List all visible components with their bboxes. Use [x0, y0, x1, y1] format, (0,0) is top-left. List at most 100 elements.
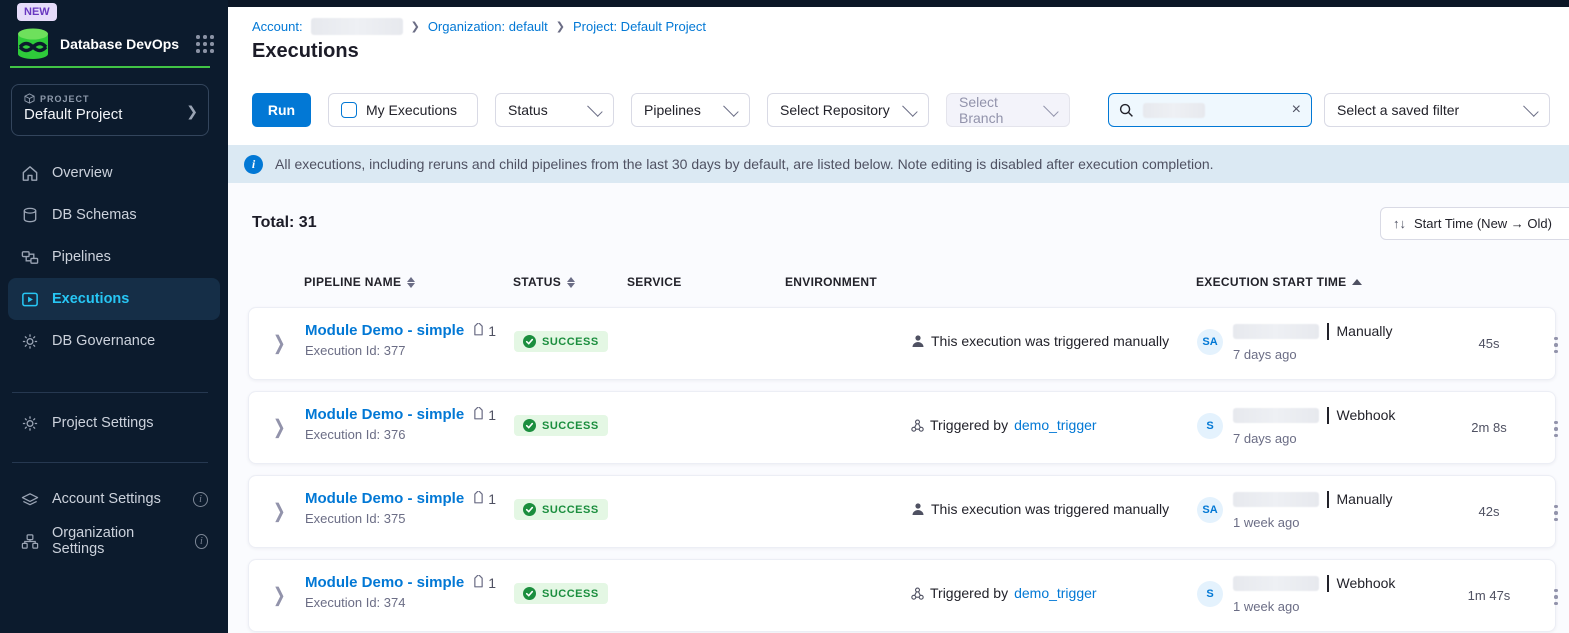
sort-icon [407, 277, 415, 288]
tag-icon [471, 407, 486, 422]
breadcrumb-account-link[interactable]: Account: [252, 19, 303, 34]
pipeline-cell: Module Demo - simple 1 Execution Id: 377 [305, 322, 496, 358]
sidebar-item-executions[interactable]: Executions [8, 278, 220, 320]
duration: 1m 47s [1454, 588, 1524, 603]
separator [1327, 491, 1329, 508]
row-menu-icon[interactable] [1546, 332, 1566, 358]
table-header: PIPELINE NAME STATUS SERVICE ENVIRONMENT… [248, 275, 1556, 295]
separator [1327, 575, 1329, 592]
tags-indicator: 1 [471, 575, 496, 591]
info-icon[interactable]: i [193, 492, 208, 507]
pipelines-icon [20, 248, 40, 267]
info-banner: i All executions, including reruns and c… [228, 145, 1569, 183]
my-executions-checkbox[interactable] [341, 102, 357, 118]
chevron-right-icon: ❯ [411, 20, 420, 33]
redacted-user-name [1233, 576, 1319, 591]
sidebar-item-overview[interactable]: Overview [8, 152, 220, 194]
sidebar-item-pipelines[interactable]: Pipelines [8, 236, 220, 278]
pipeline-name-link[interactable]: Module Demo - simple [305, 406, 464, 423]
trigger-method: Webhook [1337, 407, 1396, 423]
row-menu-icon[interactable] [1546, 500, 1566, 526]
gear-icon [20, 332, 40, 351]
time-ago: 7 days ago [1233, 431, 1395, 446]
expand-chevron-icon[interactable]: ❯ [273, 583, 286, 606]
total-count: Total: 31 [252, 214, 317, 232]
pipelines-dropdown[interactable]: Pipelines [631, 93, 750, 127]
column-header-execution-start-time[interactable]: EXECUTION START TIME [1196, 275, 1362, 289]
pipeline-cell: Module Demo - simple 1 Execution Id: 374 [305, 574, 496, 610]
execution-id: Execution Id: 377 [305, 343, 496, 358]
sidebar-item-db-governance[interactable]: DB Governance [8, 320, 220, 362]
sidebar-item-db-schemas[interactable]: DB Schemas [8, 194, 220, 236]
trigger-cell: This execution was triggered manually [911, 501, 1169, 517]
sidebar-item-account-settings[interactable]: Account Settings i [8, 478, 220, 520]
redacted-search-text [1143, 103, 1205, 118]
row-menu-icon[interactable] [1546, 416, 1566, 442]
sidebar-nav: Overview DB Schemas Pipelines Executions… [8, 152, 220, 362]
row-menu-icon[interactable] [1546, 584, 1566, 610]
expand-chevron-icon[interactable]: ❯ [273, 331, 286, 354]
tag-count: 1 [488, 575, 496, 591]
info-icon[interactable]: i [195, 534, 208, 549]
column-header-service: SERVICE [627, 275, 682, 289]
executions-icon [20, 290, 40, 309]
sidebar-item-organization-settings[interactable]: Organization Settings i [8, 520, 220, 562]
clear-search-icon[interactable]: × [1292, 101, 1301, 119]
status-dropdown[interactable]: Status [495, 93, 614, 127]
project-selector[interactable]: PROJECT Default Project ❯ [11, 84, 209, 136]
breadcrumb: Account: ❯ Organization: default ❯ Proje… [252, 18, 706, 35]
expand-chevron-icon[interactable]: ❯ [273, 499, 286, 522]
repository-dropdown[interactable]: Select Repository [767, 93, 929, 127]
pipeline-name-link[interactable]: Module Demo - simple [305, 322, 464, 339]
sidebar-item-label: Overview [52, 165, 112, 181]
start-time-cell: SA Manually 1 week ago [1197, 489, 1393, 530]
person-icon [911, 334, 925, 348]
breadcrumb-org-link[interactable]: Organization: default [428, 19, 548, 34]
redacted-user-name [1233, 492, 1319, 507]
pipeline-name-link[interactable]: Module Demo - simple [305, 574, 464, 591]
column-header-pipeline-name[interactable]: PIPELINE NAME [304, 275, 415, 289]
breadcrumb-project-link[interactable]: Project: Default Project [573, 19, 706, 34]
avatar[interactable]: SA [1197, 497, 1223, 523]
success-check-icon [523, 587, 536, 600]
duration: 42s [1454, 504, 1524, 519]
module-switcher-icon[interactable] [196, 35, 214, 53]
search-input[interactable]: × [1108, 93, 1312, 127]
run-button[interactable]: Run [252, 93, 311, 127]
pipeline-name-link[interactable]: Module Demo - simple [305, 490, 464, 507]
start-time-cell: SA Manually 7 days ago [1197, 321, 1393, 362]
my-executions-filter[interactable]: My Executions [328, 93, 478, 127]
trigger-link[interactable]: demo_trigger [1014, 417, 1097, 433]
sort-ascending-icon [1352, 279, 1362, 285]
saved-filter-dropdown[interactable]: Select a saved filter [1324, 93, 1550, 127]
gear-icon [20, 414, 40, 433]
sidebar-nav-settings: Account Settings i Organization Settings… [8, 478, 220, 562]
tags-indicator: 1 [471, 491, 496, 507]
execution-row: ❯ Module Demo - simple 1 Execution Id: 3… [248, 475, 1556, 548]
sidebar-item-project-settings[interactable]: Project Settings [8, 402, 220, 444]
avatar[interactable]: S [1197, 581, 1223, 607]
app-logo-row: Database DevOps [14, 26, 214, 62]
pipelines-dropdown-label: Pipelines [644, 102, 701, 118]
avatar[interactable]: S [1197, 413, 1223, 439]
status-badge: SUCCESS [514, 415, 608, 436]
trigger-text: Triggered by [930, 417, 1008, 433]
separator [1327, 407, 1329, 424]
avatar[interactable]: SA [1197, 329, 1223, 355]
start-time-cell: S Webhook 7 days ago [1197, 405, 1395, 446]
trigger-link[interactable]: demo_trigger [1014, 585, 1097, 601]
column-header-status[interactable]: STATUS [513, 275, 575, 289]
pipeline-cell: Module Demo - simple 1 Execution Id: 376 [305, 406, 496, 442]
sort-button[interactable]: ↑↓ Start Time (New → Old) [1380, 207, 1569, 240]
webhook-icon [911, 587, 924, 600]
status-dropdown-label: Status [508, 102, 548, 118]
column-header-environment: ENVIRONMENT [785, 275, 877, 289]
cube-icon [24, 93, 35, 104]
sort-arrows-icon: ↑↓ [1393, 216, 1406, 231]
status-badge: SUCCESS [514, 331, 608, 352]
executions-content: Total: 31 ↑↓ Start Time (New → Old) PIPE… [228, 183, 1569, 633]
chevron-down-icon [587, 101, 603, 117]
tag-icon [471, 323, 486, 338]
expand-chevron-icon[interactable]: ❯ [273, 415, 286, 438]
sidebar-item-label: DB Schemas [52, 207, 137, 223]
